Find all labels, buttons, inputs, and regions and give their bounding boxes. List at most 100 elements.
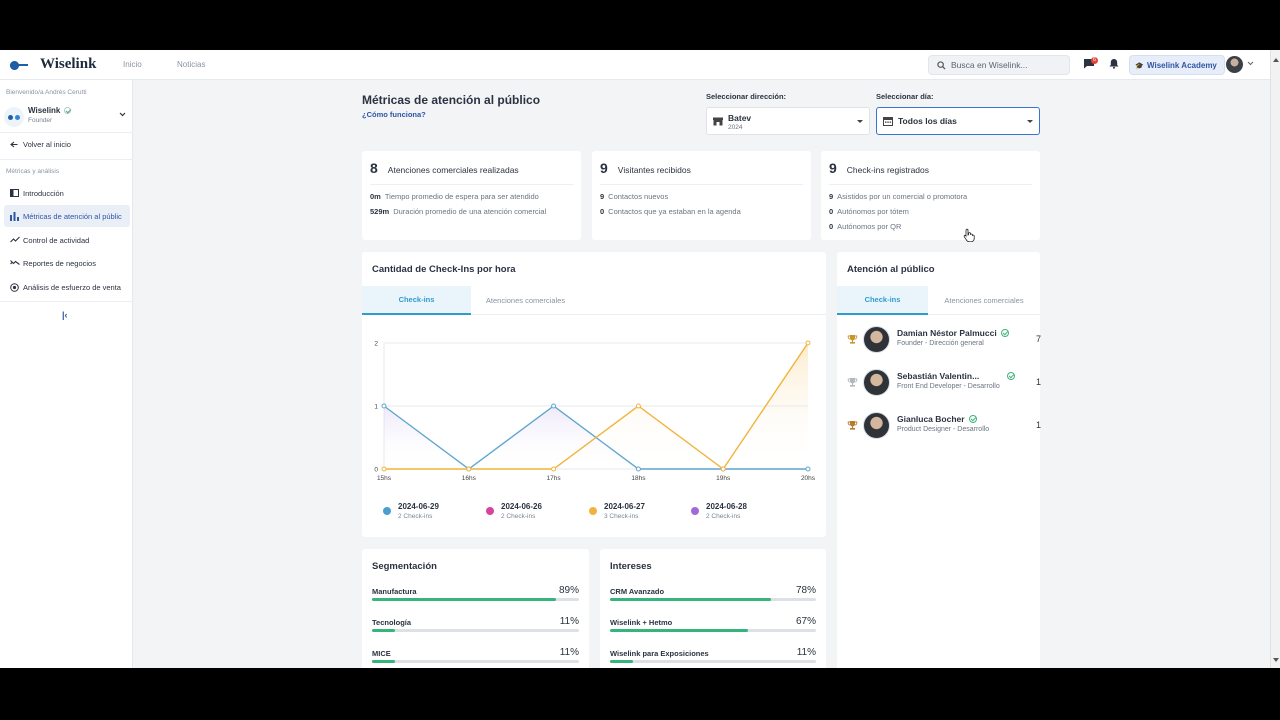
- org-logo: [4, 107, 24, 127]
- chart-tabs: Check-ins Atenciones comerciales: [362, 286, 826, 315]
- chevron-down-icon[interactable]: [1247, 61, 1254, 66]
- segment-label: MICE: [372, 649, 391, 658]
- segment-label: Manufactura: [372, 587, 417, 596]
- address-select-value: Batev: [728, 113, 752, 123]
- how-it-works-link[interactable]: ¿Cómo funciona?: [362, 110, 426, 119]
- tab-checkins[interactable]: Check-ins: [362, 286, 471, 315]
- stat-row: 0 Contactos que ya estaban en la agenda: [600, 207, 741, 216]
- welcome-text: Bienvenido/a Andrés Cerutti: [6, 89, 87, 96]
- data-point: [720, 466, 726, 472]
- progress-fill: [610, 660, 633, 663]
- sidebar-item-metricas[interactable]: Métricas de atención al públic: [4, 205, 130, 227]
- bell-icon[interactable]: [1109, 58, 1119, 69]
- wiselink-academy-button[interactable]: 🎓 Wiselink Academy: [1129, 55, 1225, 75]
- day-select-value: Todos los días: [898, 116, 957, 126]
- ranking-count: 1: [1035, 420, 1041, 430]
- data-point: [381, 403, 387, 409]
- legend-count: 2 Check-ins: [398, 513, 433, 520]
- address-select-year: 2024: [728, 124, 743, 131]
- segmentation-card: Segmentación Manufactura 89% Tecnología …: [362, 549, 589, 668]
- trend-icon: [10, 236, 20, 243]
- interest-row: CRM Avanzado 78%: [610, 585, 816, 607]
- legend-date: 2024-06-29: [398, 502, 439, 511]
- verified-icon: [1000, 329, 1009, 337]
- ranking-role: Founder - Dirección general: [897, 340, 984, 347]
- sidebar-item-control-actividad[interactable]: Control de actividad: [4, 229, 130, 251]
- progress-fill: [610, 629, 749, 632]
- ranking-role: Product Designer - Desarrollo: [897, 426, 990, 433]
- divider: [0, 132, 133, 133]
- interest-label: Wiselink + Hetmo: [610, 618, 673, 627]
- tab-checkins[interactable]: Check-ins: [837, 286, 928, 315]
- ranking-row[interactable]: Gianluca Bocher Product Designer - Desar…: [847, 411, 1041, 441]
- tab-atenciones-comerciales[interactable]: Atenciones comerciales: [928, 286, 1040, 315]
- zigzag-icon: [10, 260, 20, 265]
- stat-title: Atenciones comerciales realizadas: [387, 165, 519, 175]
- segment-row: Manufactura 89%: [372, 585, 579, 607]
- tab-atenciones-comerciales[interactable]: Atenciones comerciales: [471, 286, 580, 315]
- address-select[interactable]: Batev 2024: [706, 107, 870, 135]
- progress-track: [372, 660, 579, 663]
- scrollbar[interactable]: [1270, 50, 1280, 668]
- day-select[interactable]: Todos los días: [876, 107, 1040, 135]
- legend-dot: [691, 507, 699, 515]
- divider: [829, 184, 1032, 185]
- segment-percent: 89%: [558, 585, 579, 596]
- segment-percent: 11%: [559, 616, 579, 627]
- legend-date: 2024-06-27: [604, 502, 645, 511]
- progress-track: [372, 598, 579, 601]
- legend-count: 2 Check-ins: [706, 513, 741, 520]
- chevron-down-icon[interactable]: [119, 112, 126, 117]
- scroll-up-icon[interactable]: [1271, 56, 1280, 64]
- stat-card-checkins: 9 Check-ins registrados 9 Asistidos por un…: [821, 151, 1040, 240]
- avatar: [863, 326, 890, 353]
- ranking-role: Front End Developer - Desarrollo: [897, 383, 1000, 390]
- user-avatar[interactable]: [1226, 56, 1243, 73]
- progress-fill: [372, 629, 395, 632]
- wiselink-logo[interactable]: Wiselink: [10, 56, 96, 73]
- legend-dot: [589, 507, 597, 515]
- ranking-name: Gianluca Bocher: [897, 414, 977, 424]
- segment-label: Tecnología: [372, 618, 412, 627]
- scroll-down-icon[interactable]: [1271, 656, 1280, 664]
- search-input[interactable]: Busca en Wiselink...: [928, 55, 1070, 75]
- book-icon: [10, 189, 19, 197]
- sidebar-item-analisis[interactable]: Análisis de esfuerzo de venta: [4, 276, 130, 298]
- sidebar-item-label: Métricas de atención al públic: [23, 211, 122, 221]
- stat-card-visitantes: 9 Visitantes recibidos 9 Contactos nuevos …: [592, 151, 811, 240]
- nav-inicio[interactable]: Inicio: [123, 60, 142, 69]
- legend-count: 2 Check-ins: [501, 513, 536, 520]
- hand-cursor-icon: [963, 228, 975, 242]
- sidebar-item-label: Reportes de negocios: [23, 258, 96, 268]
- interests-card: Intereses CRM Avanzado 78% Wiselink + He…: [600, 549, 826, 668]
- sidebar-item-introduccion[interactable]: Introducción: [4, 182, 130, 204]
- trophy-icon: [847, 335, 858, 344]
- graduation-cap-icon: 🎓: [1135, 63, 1144, 70]
- ranking-name: Damian Néstor Palmucci: [897, 328, 1009, 338]
- nav-noticias[interactable]: Noticias: [177, 60, 205, 69]
- sidebar-item-label: Introducción: [23, 188, 64, 198]
- segment-percent: 11%: [559, 647, 579, 658]
- ranking-row[interactable]: Damian Néstor Palmucci Founder - Direcci…: [847, 325, 1041, 355]
- card-title: Cantidad de Check-Ins por hora: [372, 264, 516, 275]
- y-tick-label: 1: [374, 404, 378, 411]
- verified-icon: [1007, 372, 1016, 380]
- card-title: Segmentación: [372, 561, 437, 572]
- ranking-row[interactable]: Sebastián Valentin... Front End Develope…: [847, 368, 1041, 398]
- organization-selector[interactable]: Wiselink Founder: [4, 105, 128, 127]
- x-tick-label: 20hs: [801, 475, 816, 480]
- data-point: [381, 466, 387, 472]
- logo-mark-icon: [10, 60, 36, 70]
- sidebar-item-reportes[interactable]: Reportes de negocios: [4, 252, 130, 274]
- data-point: [551, 403, 557, 409]
- verified-icon: [64, 107, 72, 114]
- stat-row: 0 Autónomos por tótem: [829, 207, 909, 216]
- progress-fill: [372, 598, 557, 601]
- interest-percent: 67%: [795, 616, 816, 627]
- collapse-sidebar-icon[interactable]: |‹: [62, 310, 68, 320]
- y-tick-label: 0: [374, 467, 378, 474]
- data-point: [635, 403, 641, 409]
- stat-title: Check-ins registrados: [846, 165, 929, 175]
- section-label: Métricas y análisis: [6, 168, 60, 175]
- back-to-home-link[interactable]: Volver al inicio: [10, 140, 71, 149]
